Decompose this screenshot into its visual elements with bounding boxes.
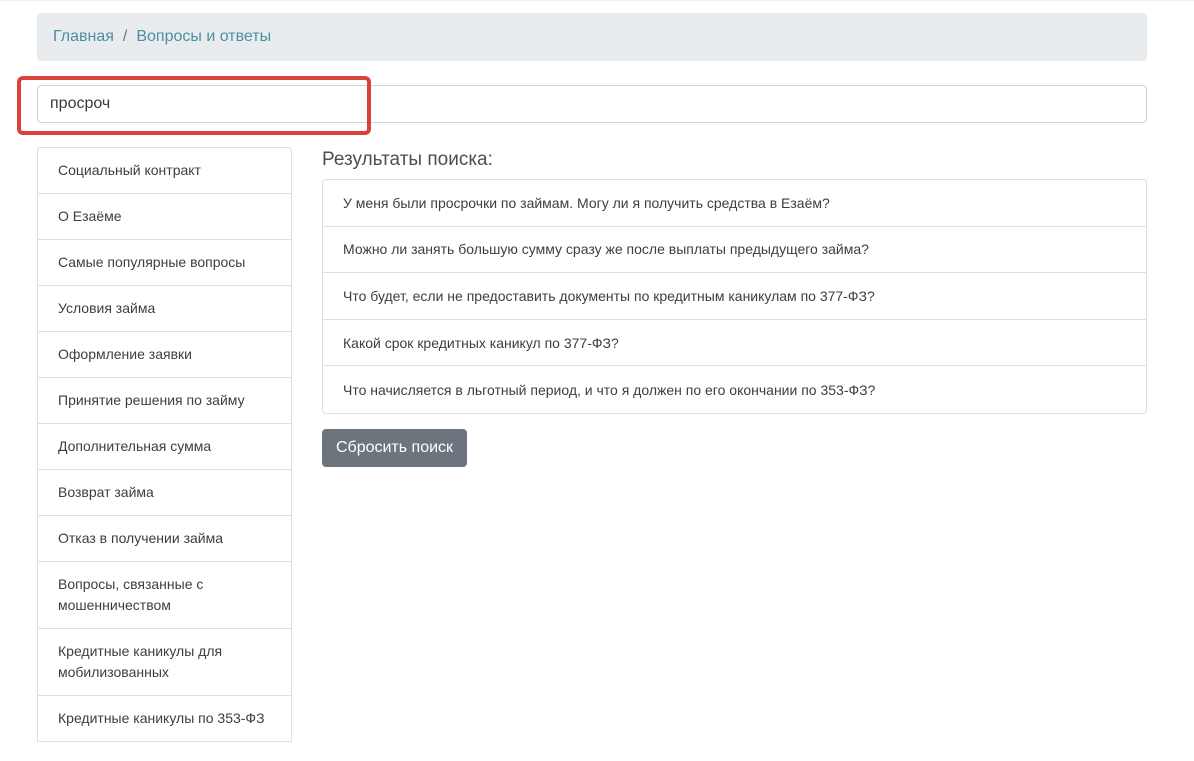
search-results-list: У меня были просрочки по займам. Могу ли… bbox=[322, 179, 1147, 414]
top-divider bbox=[0, 0, 1194, 1]
breadcrumb: Главная / Вопросы и ответы bbox=[37, 13, 1147, 61]
result-item[interactable]: Какой срок кредитных каникул по 377-ФЗ? bbox=[323, 320, 1146, 367]
result-item[interactable]: У меня были просрочки по займам. Могу ли… bbox=[323, 180, 1146, 227]
sidebar-item-353fz-holidays[interactable]: Кредитные каникулы по 353-ФЗ bbox=[38, 696, 291, 742]
category-sidebar: Социальный контракт О Езаёме Самые попул… bbox=[37, 147, 292, 742]
sidebar-item-mobilized-holidays[interactable]: Кредитные каникулы для мобилизованных bbox=[38, 629, 291, 696]
sidebar-item-decision[interactable]: Принятие решения по займу bbox=[38, 378, 291, 424]
breadcrumb-separator: / bbox=[122, 28, 128, 45]
reset-search-button[interactable]: Сбросить поиск bbox=[322, 429, 467, 467]
result-item[interactable]: Что будет, если не предоставить документ… bbox=[323, 273, 1146, 320]
results-title: Результаты поиска: bbox=[322, 149, 493, 170]
sidebar-item-social-contract[interactable]: Социальный контракт bbox=[38, 148, 291, 194]
result-item[interactable]: Что начисляется в льготный период, и что… bbox=[323, 366, 1146, 413]
breadcrumb-home-link[interactable]: Главная bbox=[53, 28, 114, 46]
breadcrumb-faq-link[interactable]: Вопросы и ответы bbox=[136, 28, 271, 46]
sidebar-item-refusal[interactable]: Отказ в получении займа bbox=[38, 516, 291, 562]
search-input[interactable] bbox=[37, 85, 1147, 123]
sidebar-item-loan-terms[interactable]: Условия займа bbox=[38, 286, 291, 332]
sidebar-item-about[interactable]: О Езаёме bbox=[38, 194, 291, 240]
sidebar-item-application[interactable]: Оформление заявки bbox=[38, 332, 291, 378]
sidebar-item-popular[interactable]: Самые популярные вопросы bbox=[38, 240, 291, 286]
sidebar-item-fraud[interactable]: Вопросы, связанные с мошенничеством bbox=[38, 562, 291, 629]
result-item[interactable]: Можно ли занять большую сумму сразу же п… bbox=[323, 227, 1146, 274]
sidebar-item-repayment[interactable]: Возврат займа bbox=[38, 470, 291, 516]
sidebar-item-extra-amount[interactable]: Дополнительная сумма bbox=[38, 424, 291, 470]
